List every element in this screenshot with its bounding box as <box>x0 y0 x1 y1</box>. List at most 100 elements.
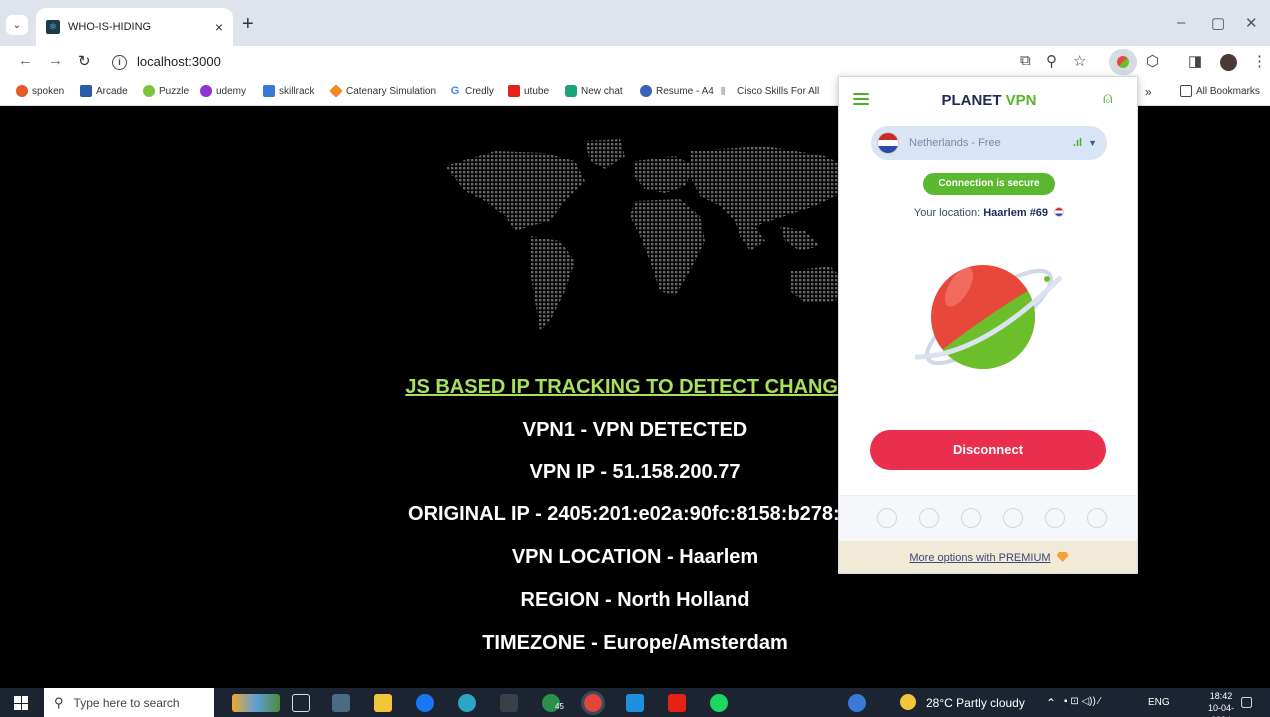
clock-date: 10-04-2024 <box>1207 703 1234 717</box>
minimize-button[interactable]: – <box>1177 14 1185 31</box>
clock-time: 18:42 <box>1209 691 1233 701</box>
bookmark-label: udemy <box>216 85 247 97</box>
bookmark-skillrack[interactable]: skillrack <box>263 85 315 97</box>
bookmark-cisco[interactable]: ⫼ Cisco Skills For All <box>721 85 819 97</box>
bookmark-credly[interactable]: G Credly <box>449 85 494 97</box>
bookmark-puzzle[interactable]: Puzzle <box>143 85 189 97</box>
bookmark-label: Puzzle <box>159 85 190 97</box>
cloud-feature-icon[interactable] <box>877 508 897 528</box>
bookmark-star-icon[interactable]: ☆ <box>1073 52 1086 70</box>
location-label: Your location: <box>913 207 981 219</box>
tab-title: WHO-IS-HIDING <box>68 21 152 33</box>
news-widget-icon[interactable] <box>232 694 280 712</box>
more-bookmarks-button[interactable]: » <box>1145 85 1152 99</box>
weather-icon[interactable] <box>900 694 916 710</box>
disconnect-button[interactable]: Disconnect <box>870 430 1106 470</box>
terminal-icon[interactable] <box>500 694 518 712</box>
planet-illustration <box>914 265 1063 369</box>
all-bookmarks-button[interactable]: All Bookmarks <box>1180 85 1260 97</box>
taskbar-search[interactable]: ⚲ Type here to search <box>44 688 214 717</box>
bookmark-catenary[interactable]: Catenary Simulation <box>329 84 437 98</box>
restore-button[interactable]: ▢ <box>1211 14 1225 32</box>
arcade-icon <box>80 85 92 97</box>
bookmark-resume[interactable]: Resume - A4 <box>640 85 714 97</box>
chrome-icon[interactable] <box>581 691 605 715</box>
features-bar <box>839 495 1137 541</box>
forward-icon[interactable]: → <box>48 52 63 69</box>
bookmark-spoken[interactable]: spoken <box>16 85 64 97</box>
reload-icon[interactable]: ↻ <box>78 52 91 70</box>
planet-vpn-extension-icon[interactable] <box>1117 56 1129 68</box>
brand-accent: VPN <box>1005 92 1037 109</box>
tracker-feature-icon[interactable] <box>961 508 981 528</box>
server-selector[interactable]: Netherlands - Free .ıl ▼ <box>871 126 1107 160</box>
netherlands-flag-icon <box>877 132 899 154</box>
help-icon[interactable] <box>848 694 866 712</box>
udemy-icon <box>200 85 212 97</box>
zoom-icon[interactable]: ⚲ <box>1046 52 1057 70</box>
language-indicator[interactable]: ENG <box>1148 697 1170 708</box>
extensions-puzzle-icon[interactable]: ⬡ <box>1146 52 1159 70</box>
eye-feature-icon[interactable] <box>1003 508 1023 528</box>
profile-avatar[interactable] <box>1220 54 1237 71</box>
file-explorer-icon[interactable] <box>374 694 392 712</box>
new-tab-button[interactable]: + <box>242 13 254 36</box>
spotify-icon[interactable] <box>710 694 728 712</box>
address-bar[interactable]: localhost:3000 <box>137 54 221 69</box>
notification-icon[interactable]: ▢ <box>1240 693 1253 710</box>
puzzle-icon <box>143 85 155 97</box>
bookmark-udemy[interactable]: udemy <box>200 85 246 97</box>
search-icon: ⚲ <box>54 694 64 710</box>
clock[interactable]: 18:42 10-04-2024 <box>1200 690 1242 717</box>
premium-banner[interactable]: More options with PREMIUM <box>839 541 1137 573</box>
region-line: REGION - North Holland <box>520 589 750 611</box>
react-favicon-icon: ⚛ <box>46 20 60 34</box>
tab-close-icon[interactable]: × <box>215 19 223 35</box>
spoken-icon <box>16 85 28 97</box>
close-window-button[interactable]: ✕ <box>1245 14 1258 32</box>
bookmark-label: utube <box>524 85 550 97</box>
bookmark-label: Cisco Skills For All <box>737 85 820 97</box>
task-view-icon[interactable] <box>292 694 310 712</box>
youtube-icon <box>508 85 520 97</box>
back-icon[interactable]: ← <box>18 52 33 69</box>
tray-chevron-icon[interactable]: ⌃ <box>1046 696 1056 710</box>
bookmark-label: Catenary Simulation <box>346 85 437 97</box>
your-location: Your location: Haarlem #69 <box>839 207 1137 219</box>
connection-status-badge: Connection is secure <box>923 173 1055 195</box>
side-panel-icon[interactable]: ◨ <box>1188 52 1202 70</box>
facebook-icon[interactable] <box>416 694 434 712</box>
tab-search-dropdown[interactable]: ⌄ <box>6 15 28 35</box>
location-value: Haarlem #69 <box>983 207 1049 219</box>
tab-active[interactable]: ⚛ WHO-IS-HIDING × <box>36 8 233 46</box>
chatgpt-icon <box>565 85 577 97</box>
bookmark-label: New chat <box>581 85 623 97</box>
bookmark-label: Credly <box>465 85 494 97</box>
folder-icon <box>1180 85 1192 97</box>
google-icon: G <box>449 85 461 97</box>
weather-text[interactable]: 28°C Partly cloudy <box>926 696 1025 710</box>
user-account-icon[interactable]: ⍝ <box>1103 90 1113 108</box>
edge-browser-icon[interactable] <box>458 694 476 712</box>
privacy-feature-icon[interactable] <box>919 508 939 528</box>
bulb-feature-icon[interactable] <box>1087 508 1107 528</box>
tray-icons[interactable]: ▪ ⊡ ◁)) ⁄ <box>1064 696 1100 707</box>
bookmark-utube[interactable]: utube <box>508 85 549 97</box>
planet-vpn-popup: PLANET VPN ⍝ Netherlands - Free .ıl ▼ Co… <box>838 76 1138 574</box>
bookmark-label: skillrack <box>279 85 315 97</box>
bookmark-new-chat[interactable]: New chat <box>565 85 623 97</box>
youtube-app-icon[interactable] <box>668 694 686 712</box>
camera-app-icon[interactable] <box>332 694 350 712</box>
windows-start-icon[interactable] <box>14 696 28 710</box>
menu-kebab-icon[interactable]: ⋮ <box>1252 52 1267 70</box>
vpn-brand: PLANET VPN <box>839 92 1137 109</box>
cast-icon[interactable]: ⧉ <box>1020 52 1031 69</box>
adblock-feature-icon[interactable] <box>1045 508 1065 528</box>
site-info-icon[interactable]: i <box>112 55 127 70</box>
bookmark-label: Resume - A4 <box>656 85 714 97</box>
search-placeholder: Type here to search <box>73 695 180 710</box>
mail-icon[interactable] <box>626 694 644 712</box>
premium-link[interactable]: More options with PREMIUM <box>909 552 1050 564</box>
whatsapp-badge: 45 <box>555 702 564 711</box>
bookmark-arcade[interactable]: Arcade <box>80 85 128 97</box>
